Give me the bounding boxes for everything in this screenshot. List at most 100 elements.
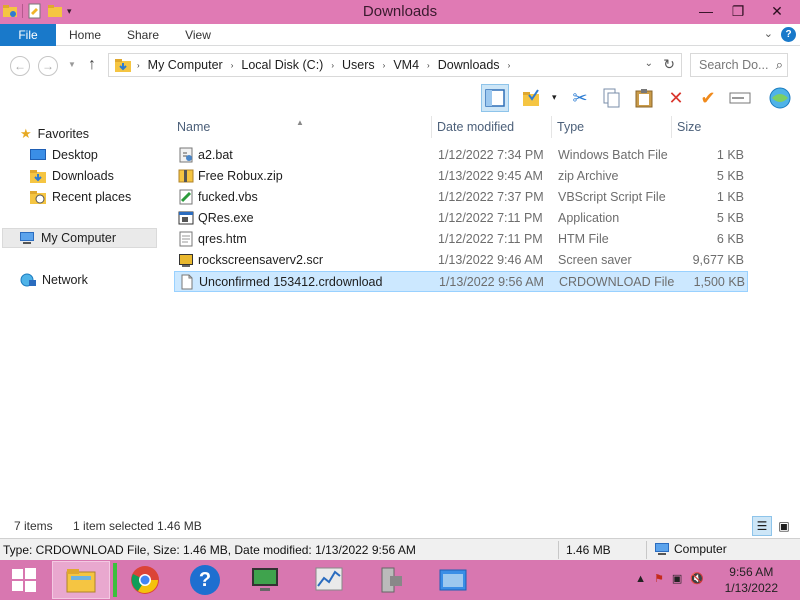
- column-header-date[interactable]: Date modified: [432, 116, 552, 138]
- location-label: Computer: [674, 542, 727, 556]
- file-type: zip Archive: [558, 169, 619, 183]
- taskbar-window[interactable]: [424, 561, 482, 599]
- nav-label: Downloads: [52, 169, 114, 183]
- internet-button[interactable]: [766, 84, 794, 112]
- nav-network[interactable]: Network: [20, 270, 88, 290]
- tab-share[interactable]: Share: [120, 24, 166, 46]
- restore-button[interactable]: ❐: [722, 0, 754, 22]
- breadcrumb-users[interactable]: Users ›: [338, 58, 389, 72]
- volume-muted-icon[interactable]: 🔇: [690, 572, 704, 585]
- breadcrumb-vm4[interactable]: VM4 ›: [389, 58, 433, 72]
- delete-button[interactable]: ✕: [662, 84, 690, 112]
- nav-recent-places[interactable]: Recent places: [30, 187, 131, 207]
- file-date-modified: 1/12/2022 7:11 PM: [438, 211, 543, 225]
- cut-button[interactable]: ✂: [566, 84, 594, 112]
- file-row[interactable]: Free Robux.zip 1/13/2022 9:45 AM zip Archi…: [174, 166, 748, 187]
- clock-time: 9:56 AM: [729, 565, 774, 579]
- system-tray: ▲ ⚑ ▣ 🔇: [635, 572, 704, 586]
- file-row[interactable]: QRes.exe 1/12/2022 7:11 PM Application 5 KB: [174, 208, 748, 229]
- crumb-chevron-icon[interactable]: ›: [331, 61, 334, 70]
- details-divider: [646, 541, 647, 559]
- taskbar-display-settings[interactable]: [236, 561, 294, 599]
- close-button[interactable]: ✕: [754, 0, 800, 22]
- file-row[interactable]: qres.htm 1/12/2022 7:11 PM HTM File 6 KB: [174, 229, 748, 250]
- crumb-chevron-icon[interactable]: ›: [427, 61, 430, 70]
- up-arrow-icon[interactable]: ↑: [88, 56, 96, 74]
- tab-view[interactable]: View: [176, 24, 220, 46]
- action-center-icon[interactable]: ⚑: [654, 572, 664, 585]
- column-header-name[interactable]: Name ▲: [172, 116, 432, 138]
- tab-home[interactable]: Home: [62, 24, 108, 46]
- column-header-type[interactable]: Type: [552, 116, 672, 138]
- expand-ribbon-icon[interactable]: ⌄: [764, 27, 773, 42]
- file-type: Windows Batch File: [558, 148, 668, 162]
- taskbar-chrome[interactable]: [116, 561, 174, 599]
- clipboard-icon: [635, 89, 653, 108]
- start-button[interactable]: [0, 561, 48, 599]
- file-date-modified: 1/13/2022 9:45 AM: [438, 169, 543, 183]
- crumb-chevron-icon[interactable]: ›: [508, 61, 511, 70]
- breadcrumb-my-computer[interactable]: My Computer ›: [144, 58, 238, 72]
- nav-favorites[interactable]: ★ Favorites: [20, 124, 89, 144]
- tab-file[interactable]: File: [0, 24, 56, 46]
- taskbar-file-explorer[interactable]: [52, 561, 110, 599]
- nav-my-computer[interactable]: My Computer: [2, 228, 157, 248]
- refresh-icon[interactable]: ↻: [663, 56, 675, 73]
- address-bar[interactable]: › My Computer › Local Disk (C:) › Users › V…: [108, 53, 682, 77]
- column-header-size[interactable]: Size: [672, 116, 752, 138]
- preview-pane-icon: [485, 89, 505, 107]
- zip-file-icon: [178, 169, 194, 183]
- clock[interactable]: 9:56 AM 1/13/2022: [725, 564, 778, 596]
- crumb-chevron-icon[interactable]: ›: [383, 61, 386, 70]
- nav-downloads[interactable]: Downloads: [30, 166, 114, 186]
- performance-chart-icon: [315, 567, 343, 591]
- crumb-separator[interactable]: ›: [137, 61, 140, 70]
- large-icons-view-button[interactable]: ▣: [774, 516, 794, 536]
- blank-file-icon: [181, 274, 193, 290]
- folder-options-button[interactable]: [518, 84, 546, 112]
- nav-label: My Computer: [41, 231, 117, 245]
- toolbar-dropdown-icon[interactable]: ▾: [552, 92, 557, 103]
- paste-button[interactable]: [630, 84, 658, 112]
- breadcrumb-local-disk[interactable]: Local Disk (C:) ›: [237, 58, 338, 72]
- selection-info: 1 item selected 1.46 MB: [73, 519, 202, 533]
- show-hidden-icons-icon[interactable]: ▲: [635, 573, 646, 585]
- help-icon[interactable]: ?: [781, 27, 796, 42]
- file-row[interactable]: Unconfirmed 153412.crdownload 1/13/2022 9…: [174, 271, 748, 292]
- preview-pane-button[interactable]: [481, 84, 509, 112]
- script-file-icon: [179, 189, 193, 205]
- file-type: VBScript Script File: [558, 190, 666, 204]
- details-view-icon: ☰: [756, 519, 768, 533]
- minimize-button[interactable]: —: [690, 0, 722, 22]
- rename-button[interactable]: ✔: [694, 84, 722, 112]
- application-icon: [178, 211, 194, 225]
- htm-file-icon: [179, 231, 193, 247]
- properties-button[interactable]: [726, 84, 754, 112]
- address-dropdown-icon[interactable]: ⌄: [645, 58, 653, 69]
- breadcrumb-downloads[interactable]: Downloads ›: [434, 58, 515, 72]
- screensaver-icon: [179, 254, 193, 267]
- crumb-chevron-icon[interactable]: ›: [231, 61, 234, 70]
- forward-button[interactable]: →: [38, 56, 58, 76]
- file-date-modified: 1/12/2022 7:11 PM: [438, 232, 543, 246]
- taskbar-help[interactable]: ?: [176, 561, 234, 599]
- file-row[interactable]: rockscreensaverv2.scr 1/13/2022 9:46 AM Sc…: [174, 250, 748, 271]
- search-input[interactable]: Search Do... ⌕: [690, 53, 788, 77]
- network-status-icon[interactable]: ▣: [672, 572, 682, 585]
- title-bar: ▾ Downloads — ❐ ✕: [0, 0, 800, 24]
- file-row[interactable]: a2.bat 1/12/2022 7:34 PM Windows Batch Fil…: [174, 145, 748, 166]
- taskbar-device-manager[interactable]: [362, 561, 420, 599]
- file-size: 1 KB: [716, 148, 744, 162]
- file-row[interactable]: fucked.vbs 1/12/2022 7:37 PM VBScript Scri…: [174, 187, 748, 208]
- search-placeholder: Search Do...: [699, 58, 769, 72]
- copy-button[interactable]: [598, 84, 626, 112]
- address-row: ← → ▼ ↑ › My Computer › Local Disk (C:) › …: [0, 48, 800, 82]
- forward-arrow-icon: →: [42, 59, 54, 73]
- nav-desktop[interactable]: Desktop: [30, 145, 98, 165]
- back-button[interactable]: ←: [10, 56, 30, 76]
- taskbar-performance-monitor[interactable]: [300, 561, 358, 599]
- recent-locations-dropdown[interactable]: ▼: [68, 60, 76, 69]
- file-type: Screen saver: [558, 253, 632, 267]
- breadcrumb-label: Local Disk (C:): [241, 58, 324, 72]
- details-view-button[interactable]: ☰: [752, 516, 772, 536]
